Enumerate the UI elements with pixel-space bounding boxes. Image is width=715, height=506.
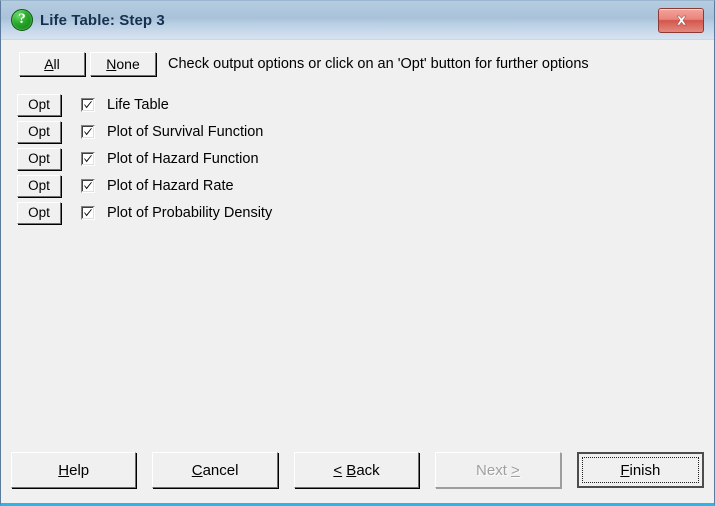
question-mark-glyph: ? [18, 11, 26, 27]
check-icon [84, 208, 92, 216]
check-icon [84, 100, 92, 108]
option-label: Plot of Survival Function [107, 123, 264, 140]
next-button[interactable]: Next > [435, 452, 561, 488]
select-all-label: All [44, 56, 60, 72]
dialog-button-bar: Help Cancel < Back Next > Finish [1, 451, 714, 489]
toolbar: All None Check output options or click o… [19, 52, 589, 76]
opt-button-label: Opt [28, 97, 50, 112]
opt-button-label: Opt [28, 205, 50, 220]
opt-button-plot-probability-density[interactable]: Opt [17, 201, 61, 224]
opt-button-plot-hazard-function[interactable]: Opt [17, 147, 61, 170]
checkbox-plot-survival-function[interactable] [81, 124, 95, 139]
checkbox-plot-probability-density[interactable] [81, 205, 95, 220]
dialog-client-area: All None Check output options or click o… [1, 40, 714, 503]
toolbar-hint-text: Check output options or click on an 'Opt… [168, 56, 589, 72]
checkbox-plot-hazard-function[interactable] [81, 151, 95, 166]
finish-button[interactable]: Finish [576, 452, 705, 488]
next-button-label: Next > [476, 461, 520, 479]
close-icon [675, 15, 687, 25]
opt-button-label: Opt [28, 178, 50, 193]
select-none-button[interactable]: None [90, 52, 156, 76]
help-button-label: Help [58, 461, 90, 479]
back-button[interactable]: < Back [293, 452, 420, 488]
option-label: Plot of Hazard Function [107, 150, 259, 167]
opt-button-label: Opt [28, 124, 50, 139]
list-item: Opt Life Table [17, 91, 272, 118]
list-item: Opt Plot of Probability Density [17, 199, 272, 226]
select-none-label: None [106, 56, 139, 72]
title-bar: ? Life Table: Step 3 [1, 1, 714, 40]
list-item: Opt Plot of Survival Function [17, 118, 272, 145]
select-none-rest: one [116, 56, 140, 72]
opt-button-label: Opt [28, 151, 50, 166]
cancel-button-label: Cancel [191, 461, 239, 479]
help-button[interactable]: Help [11, 452, 137, 488]
cancel-button[interactable]: Cancel [152, 452, 278, 488]
question-mark-icon: ? [11, 9, 33, 31]
opt-button-life-table[interactable]: Opt [17, 93, 61, 116]
select-all-button[interactable]: All [19, 52, 85, 76]
output-options-list: Opt Life Table Opt Plot of Survival Func… [17, 91, 272, 226]
select-none-accel: N [106, 56, 117, 72]
dialog-window: ? Life Table: Step 3 All None Check outp… [0, 0, 715, 506]
select-all-rest: ll [53, 56, 60, 72]
check-icon [84, 154, 92, 162]
check-icon [84, 127, 92, 135]
check-icon [84, 181, 92, 189]
finish-button-label: Finish [620, 461, 661, 479]
select-all-accel: A [44, 56, 54, 72]
close-button[interactable] [658, 7, 704, 33]
checkbox-plot-hazard-rate[interactable] [81, 178, 95, 193]
option-label: Plot of Hazard Rate [107, 177, 234, 194]
window-title: Life Table: Step 3 [40, 11, 165, 29]
opt-button-plot-hazard-rate[interactable]: Opt [17, 174, 61, 197]
option-label: Life Table [107, 96, 169, 113]
back-button-label: < Back [333, 461, 380, 479]
list-item: Opt Plot of Hazard Function [17, 145, 272, 172]
opt-button-plot-survival-function[interactable]: Opt [17, 120, 61, 143]
list-item: Opt Plot of Hazard Rate [17, 172, 272, 199]
checkbox-life-table[interactable] [81, 97, 95, 112]
option-label: Plot of Probability Density [107, 204, 273, 221]
